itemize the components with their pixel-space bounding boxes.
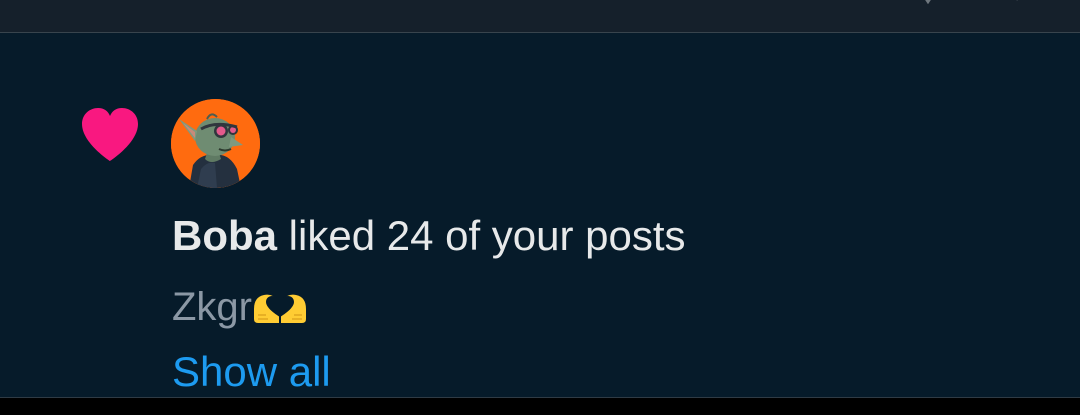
goblin-avatar-image [171,99,260,188]
heart-hands-emoji-icon [254,294,306,323]
like-notification[interactable]: Boba liked 24 of your posts Zkgr Show al… [0,33,1080,398]
notification-text: Boba liked 24 of your posts [172,209,686,263]
previous-item-strip [0,0,1080,32]
partial-action-icons [925,0,1018,4]
bottom-bar [0,398,1080,415]
post-snippet-text: Zkgr [172,285,252,329]
user-name[interactable]: Boba [172,212,277,259]
post-snippet: Zkgr [172,281,308,333]
avatar[interactable] [171,99,260,188]
heart-icon [82,108,138,161]
show-all-link[interactable]: Show all [172,345,331,399]
action-text: liked 24 of your posts [277,212,686,259]
